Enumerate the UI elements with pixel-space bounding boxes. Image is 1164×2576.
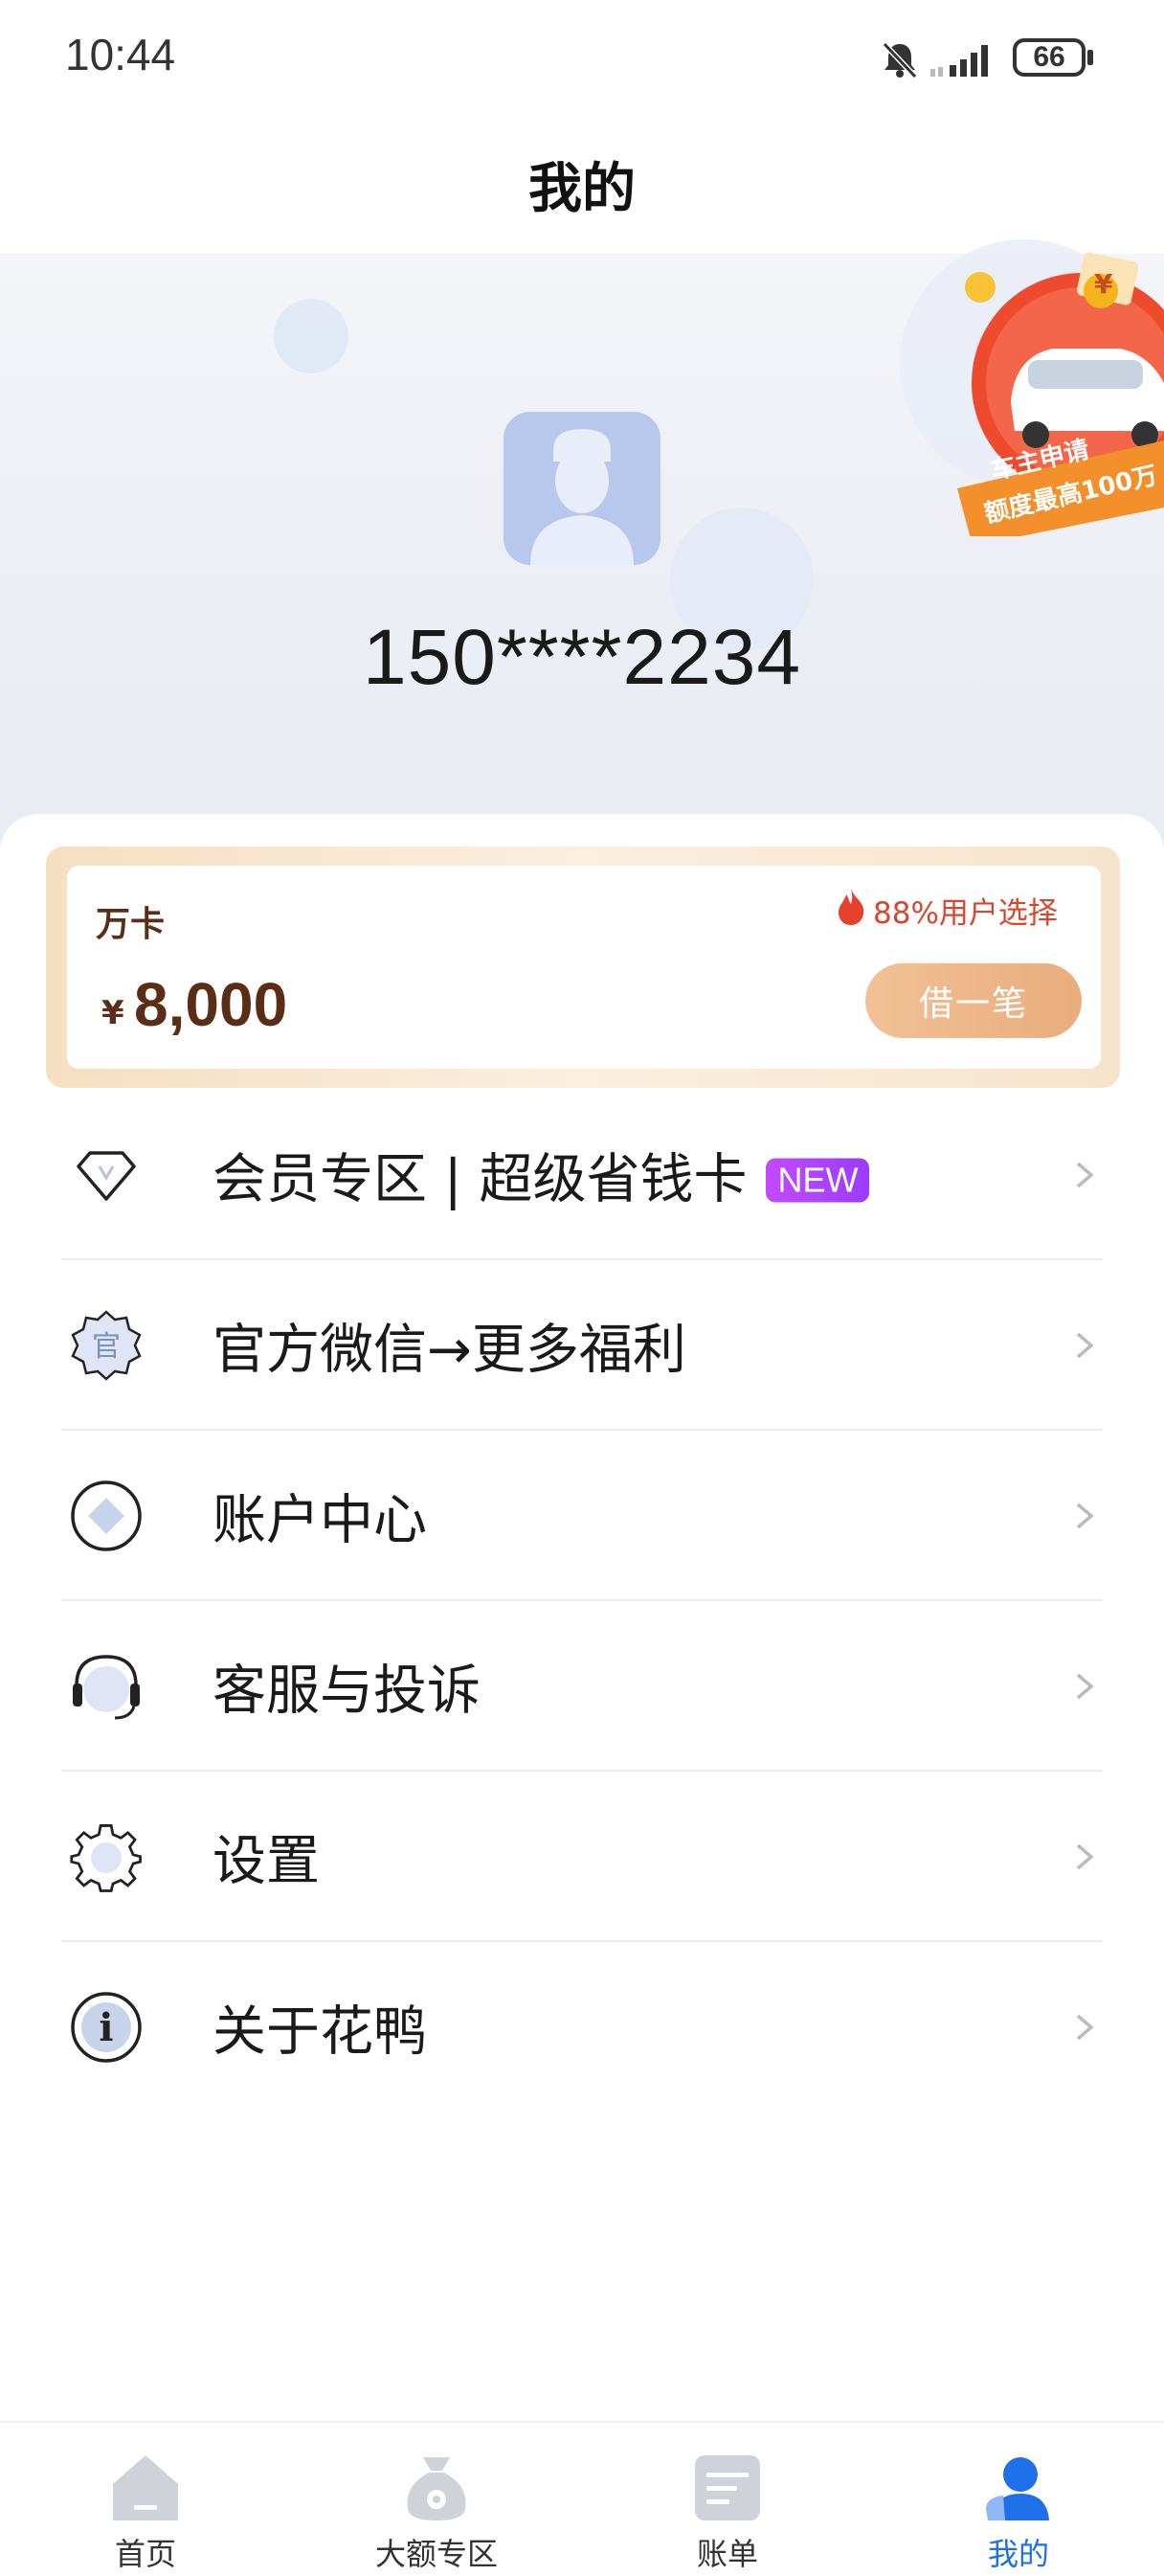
bottom-nav: 首页 大额专区 账单 我的 — [0, 2421, 1164, 2576]
bill-icon — [695, 2455, 760, 2520]
battery-tip — [1087, 50, 1093, 65]
status-time: 10:44 — [65, 30, 176, 79]
menu-item-settings[interactable]: 设置 — [61, 1772, 1103, 1942]
diamond-icon — [77, 1151, 136, 1201]
decor-bubble — [274, 299, 348, 373]
gear-icon — [70, 1824, 142, 1892]
nav-item-mine[interactable]: 我的 — [923, 2423, 1114, 2576]
chevron-right-icon — [1076, 1332, 1094, 1359]
nav-item-home[interactable]: 首页 — [50, 2423, 241, 2576]
users-pick-label: 88%用户选择 — [873, 896, 1058, 931]
profile-icon — [986, 2457, 1049, 2520]
official-seal-icon: 官 — [71, 1310, 142, 1381]
phone-number: 150****2234 — [363, 614, 801, 701]
menu-item-account-center[interactable]: 账户中心 — [61, 1431, 1103, 1601]
borrow-button[interactable]: 借一笔 — [865, 963, 1082, 1038]
chevron-right-icon — [1076, 1162, 1094, 1188]
loan-amount: 8,000 — [134, 970, 288, 1039]
chevron-right-icon — [1076, 1673, 1094, 1700]
menu-label: 官方微信→更多福利 — [213, 1319, 686, 1382]
user-silhouette-icon — [530, 429, 634, 565]
currency-symbol: ¥ — [101, 994, 124, 1032]
money-bag-icon — [407, 2457, 466, 2520]
chevron-right-icon — [1076, 1503, 1094, 1529]
nav-item-bill[interactable]: 账单 — [632, 2423, 823, 2576]
home-icon — [113, 2455, 178, 2520]
info-char: i — [99, 2005, 113, 2050]
promo-coin-symbol: ¥ — [1094, 268, 1113, 300]
page-title: 我的 — [528, 158, 636, 220]
nav-label: 我的 — [987, 2536, 1049, 2572]
menu-label: 账户中心 — [213, 1489, 427, 1552]
menu-item-about[interactable]: i 关于花鸭 — [61, 1942, 1103, 2113]
signal-icon — [930, 45, 988, 77]
car-owner-promo[interactable]: 车主申请 额度最高100万 ¥ — [957, 249, 1164, 546]
headset-icon — [73, 1655, 140, 1720]
nav-label: 首页 — [114, 2536, 176, 2572]
menu-item-customer-service[interactable]: 客服与投诉 — [61, 1601, 1103, 1772]
menu-label: 关于花鸭 — [213, 2000, 427, 2064]
menu-label: 设置 — [213, 1830, 320, 1893]
chevron-right-icon — [1076, 2014, 1094, 2041]
battery-indicator: 66 — [1013, 38, 1086, 77]
nav-label: 账单 — [696, 2536, 758, 2572]
new-badge: NEW — [766, 1158, 870, 1203]
loan-product-name: 万卡 — [96, 905, 166, 944]
info-icon: i — [71, 1992, 142, 2063]
menu-label: 客服与投诉 — [213, 1660, 481, 1723]
nav-item-large-amount[interactable]: 大额专区 — [341, 2423, 532, 2576]
flame-icon — [839, 889, 864, 925]
menu-label: 会员专区 | 超级省钱卡 NEW — [213, 1137, 870, 1214]
seal-char: 官 — [92, 1330, 121, 1364]
chevron-right-icon — [1076, 1843, 1094, 1870]
nav-label: 大额专区 — [374, 2536, 498, 2572]
menu-item-membership[interactable]: 会员专区 | 超级省钱卡 NEW — [61, 1090, 1103, 1260]
menu-item-official-wechat[interactable]: 官 官方微信→更多福利 — [61, 1260, 1103, 1431]
avatar[interactable] — [504, 412, 660, 565]
account-icon — [71, 1480, 142, 1551]
bell-muted-icon — [882, 41, 918, 79]
